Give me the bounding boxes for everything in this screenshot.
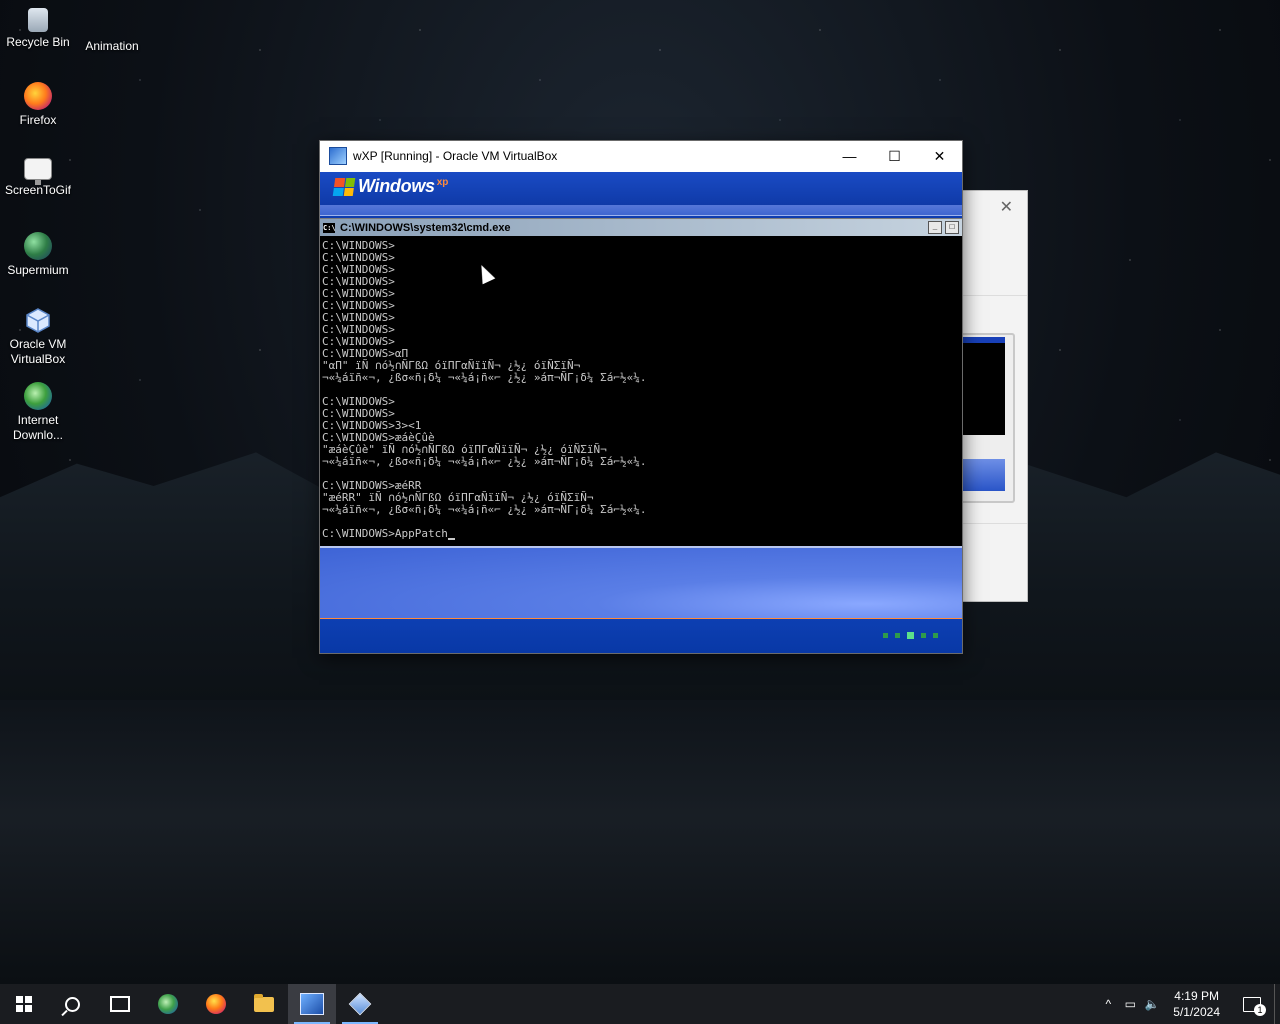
virtualbox-icon <box>24 306 52 334</box>
console-line: C:\WINDOWS> <box>322 323 395 336</box>
cmd-console-output[interactable]: C:\WINDOWS> C:\WINDOWS> C:\WINDOWS> C:\WIND… <box>322 240 960 547</box>
internet-download-icon <box>24 382 52 410</box>
desktop-icon-label: ScreenToGif <box>4 183 72 197</box>
recycle-bin-icon <box>28 8 48 32</box>
cmd-maximize-button[interactable]: □ <box>945 221 959 234</box>
edge-browser-icon <box>158 994 178 1014</box>
firefox-icon <box>206 994 226 1014</box>
console-line: C:\WINDOWS> <box>322 395 395 408</box>
show-hidden-icons-chevron-icon[interactable]: ^ <box>1097 997 1119 1011</box>
progress-dot <box>921 633 926 638</box>
console-line: C:\WINDOWS> <box>322 299 395 312</box>
desktop-icon-virtualbox[interactable]: Oracle VM VirtualBox <box>0 306 76 367</box>
close-button[interactable]: ✕ <box>917 141 962 171</box>
cmd-app-icon: C:\ <box>323 222 336 233</box>
text-cursor <box>447 538 455 540</box>
desktop-icon-screentogif[interactable]: ScreenToGif <box>0 158 76 198</box>
supermium-icon <box>24 232 52 260</box>
system-tray: ^ ▭ 🔈 4:19 PM 5/1/2024 1 <box>1097 984 1280 1024</box>
network-icon[interactable]: ▭ <box>1119 997 1141 1011</box>
cmd-minimize-button[interactable]: _ <box>928 221 942 234</box>
console-line: C:\WINDOWS> <box>322 311 395 324</box>
xp-logo-sup: xp <box>436 177 449 188</box>
xp-header-stripe <box>320 205 962 216</box>
background-dialog-preview <box>959 333 1015 503</box>
progress-dot <box>883 633 888 638</box>
clock-date: 5/1/2024 <box>1173 1005 1220 1019</box>
action-center-button[interactable]: 1 <box>1230 984 1274 1024</box>
console-line: ¬«¼áïñ«¬, ¿ßσ«ñ¡δ¼ ¬«¼á¡ñ«⌐ ¿½¿ »áπ¬ÑΓ¡δ… <box>322 455 647 468</box>
xp-logo-text: Windows <box>358 176 435 196</box>
task-view-button[interactable] <box>96 984 144 1024</box>
progress-dot-active <box>907 632 914 639</box>
console-line: ¬«¼áïñ«¬, ¿ßσ«ñ¡δ¼ ¬«¼á¡ñ«⌐ ¿½¿ »áπ¬ÑΓ¡δ… <box>322 371 647 384</box>
search-icon <box>64 996 80 1012</box>
desktop-icon-label: Internet Downlo... <box>12 413 64 442</box>
volume-muted-icon[interactable]: 🔈 <box>1141 997 1163 1011</box>
cmd-titlebar[interactable]: C:\ C:\WINDOWS\system32\cmd.exe _ □ <box>320 219 962 236</box>
xp-setup-footer <box>320 618 962 653</box>
virtualbox-app-icon <box>329 147 347 165</box>
virtualbox-vm-window[interactable]: wXP [Running] - Oracle VM VirtualBox — ☐… <box>319 140 963 654</box>
virtualbox-manager-icon <box>348 992 372 1016</box>
desktop-wallpaper-lake <box>0 700 1280 990</box>
preview-panel <box>963 459 1005 491</box>
desktop-icon-label: Firefox <box>19 113 57 127</box>
start-windows-icon <box>16 996 32 1012</box>
taskbar-firefox[interactable] <box>192 984 240 1024</box>
xp-setup-panel <box>320 546 962 618</box>
search-button[interactable] <box>48 984 96 1024</box>
desktop-icon-animation[interactable]: Animation <box>74 8 150 54</box>
screentogif-icon <box>24 158 52 185</box>
desktop-icon-supermium[interactable]: Supermium <box>0 232 76 278</box>
console-line: C:\WINDOWS> <box>322 275 395 288</box>
console-line: C:\WINDOWS> <box>322 240 395 252</box>
taskbar: ^ ▭ 🔈 4:19 PM 5/1/2024 1 <box>0 984 1280 1024</box>
cmd-window[interactable]: C:\ C:\WINDOWS\system32\cmd.exe _ □ C:\W… <box>320 218 962 547</box>
desktop-icon-label: Animation <box>85 39 139 53</box>
desktop-icon-internet-download[interactable]: Internet Downlo... <box>0 382 76 443</box>
taskbar-edge[interactable] <box>144 984 192 1024</box>
desktop-icon-firefox[interactable]: Firefox <box>0 82 76 128</box>
window-titlebar[interactable]: wXP [Running] - Oracle VM VirtualBox — ☐… <box>320 141 962 171</box>
minimize-button[interactable]: — <box>827 141 872 171</box>
windows-xp-logo: Windows xp <box>332 176 449 197</box>
clock[interactable]: 4:19 PM 5/1/2024 <box>1163 988 1230 1020</box>
xp-setup-header: Windows xp <box>320 172 962 206</box>
console-line: C:\WINDOWS> <box>322 251 395 264</box>
progress-dots <box>883 632 938 639</box>
window-title: wXP [Running] - Oracle VM VirtualBox <box>353 149 558 163</box>
console-line: C:\WINDOWS> <box>322 263 395 276</box>
clock-time: 4:19 PM <box>1174 989 1219 1003</box>
progress-dot <box>933 633 938 638</box>
desktop-icon-recycle-bin[interactable]: Recycle Bin <box>0 8 76 50</box>
animation-icon <box>98 8 126 36</box>
windows-flag-icon <box>332 177 356 196</box>
file-explorer-icon <box>254 993 274 1012</box>
background-dialog-close-icon[interactable]: ✕ <box>1000 197 1013 217</box>
console-line: ¬«¼áïñ«¬, ¿ßσ«ñ¡δ¼ ¬«¼á¡ñ«⌐ ¿½¿ »áπ¬ÑΓ¡δ… <box>322 503 647 516</box>
cmd-title: C:\WINDOWS\system32\cmd.exe <box>340 221 511 234</box>
maximize-button[interactable]: ☐ <box>872 141 917 171</box>
console-line: C:\WINDOWS>AppPatch <box>322 528 960 540</box>
desktop-icon-label: Recycle Bin <box>6 35 70 49</box>
guest-display[interactable]: Windows xp C:\ C:\WINDOWS\system32\cmd.e… <box>320 172 962 653</box>
taskbar-virtualbox-manager[interactable] <box>336 984 384 1024</box>
progress-dot <box>895 633 900 638</box>
virtualbox-xp-vm-icon <box>300 993 324 1015</box>
taskbar-file-explorer[interactable] <box>240 984 288 1024</box>
desktop-icon-label: Oracle VM VirtualBox <box>9 337 67 366</box>
console-line: C:\WINDOWS> <box>322 335 395 348</box>
show-desktop-button[interactable] <box>1274 984 1280 1024</box>
task-view-icon <box>110 996 130 1012</box>
start-button[interactable] <box>0 984 48 1024</box>
console-line: C:\WINDOWS> <box>322 287 395 300</box>
desktop-icon-label: Supermium <box>7 263 69 277</box>
taskbar-virtualbox-vm[interactable] <box>288 984 336 1024</box>
notification-badge: 1 <box>1254 1004 1266 1016</box>
firefox-icon <box>24 82 52 110</box>
preview-console <box>963 343 1005 435</box>
